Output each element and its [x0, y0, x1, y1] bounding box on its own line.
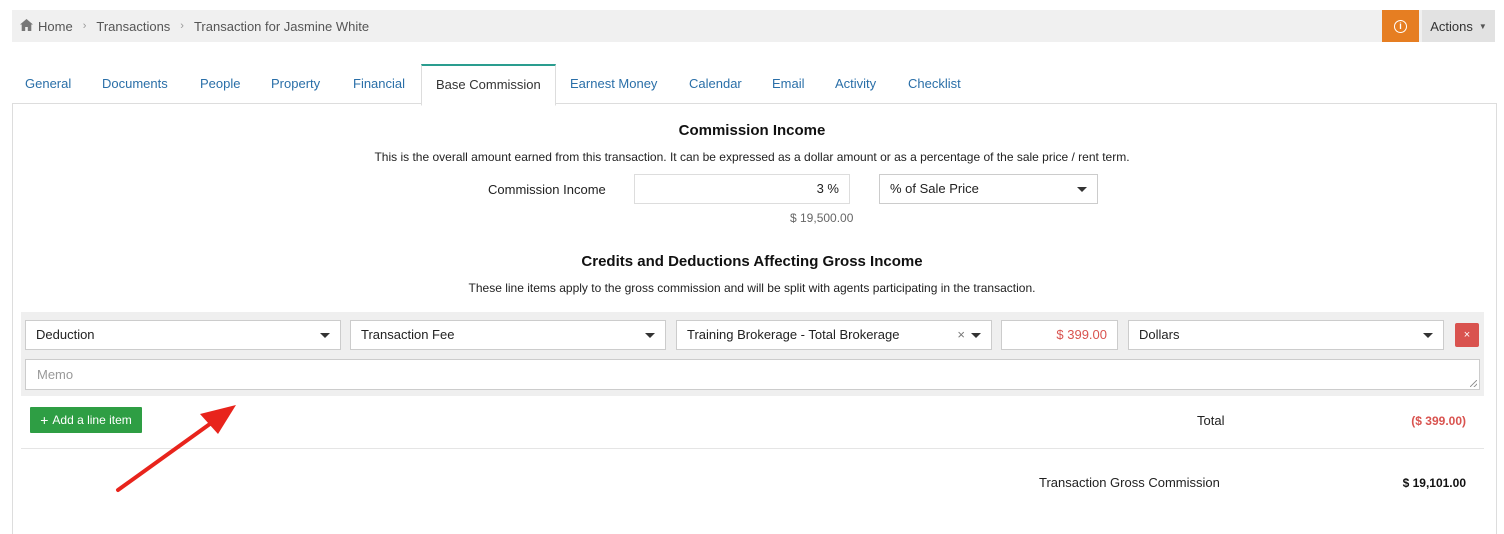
tab-base-commission[interactable]: Base Commission	[421, 64, 556, 106]
annotation-arrow-icon	[116, 405, 236, 492]
